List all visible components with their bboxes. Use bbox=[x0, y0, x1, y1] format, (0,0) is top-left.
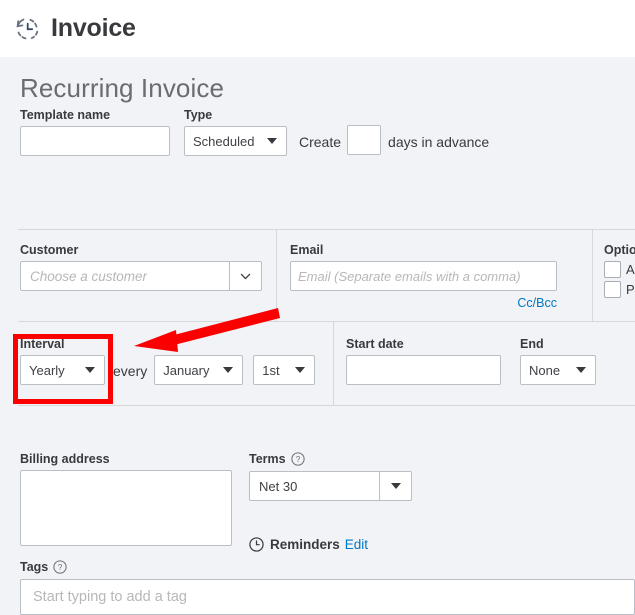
terms-group: Terms ? Net 30 bbox=[249, 452, 412, 501]
svg-text:?: ? bbox=[58, 562, 63, 572]
reminders-edit-link[interactable]: Edit bbox=[345, 537, 368, 552]
interval-label: Interval bbox=[20, 337, 65, 351]
customer-group: Customer Choose a customer bbox=[20, 243, 262, 291]
tags-input[interactable] bbox=[20, 579, 635, 615]
type-select-value: Scheduled bbox=[193, 133, 255, 149]
template-name-input[interactable] bbox=[20, 126, 170, 156]
days-in-advance-label: days in advance bbox=[388, 134, 490, 150]
billing-address-group: Billing address bbox=[20, 452, 232, 546]
type-group: Type Scheduled bbox=[184, 108, 287, 156]
start-date-label: Start date bbox=[346, 337, 404, 351]
month-select[interactable]: January bbox=[154, 355, 244, 385]
customer-label: Customer bbox=[20, 243, 79, 257]
caret-down-icon bbox=[576, 367, 586, 373]
app-header: Invoice bbox=[0, 0, 635, 57]
tags-label-row: Tags ? bbox=[20, 560, 635, 574]
checkbox-automatic[interactable] bbox=[604, 261, 621, 278]
terms-label-row: Terms ? bbox=[249, 452, 412, 466]
terms-label: Terms bbox=[249, 452, 286, 466]
interval-select-value: Yearly bbox=[29, 362, 65, 378]
help-circle-icon[interactable]: ? bbox=[290, 452, 305, 466]
options-group: Options Au Pri bbox=[604, 243, 635, 298]
divider-customer-email bbox=[276, 230, 277, 321]
caret-down-icon bbox=[85, 367, 95, 373]
day-select[interactable]: 1st bbox=[253, 355, 316, 385]
type-label: Type bbox=[184, 108, 213, 122]
terms-select[interactable]: Net 30 bbox=[249, 471, 412, 501]
end-field: End None bbox=[520, 337, 596, 385]
options-label: Options bbox=[604, 243, 635, 257]
email-group: Email Cc/Bcc bbox=[290, 243, 557, 310]
cc-bcc-link[interactable]: Cc/Bcc bbox=[290, 296, 557, 310]
billing-address-textarea[interactable] bbox=[20, 470, 232, 546]
create-days-input[interactable] bbox=[347, 125, 382, 155]
billing-address-label: Billing address bbox=[20, 452, 110, 466]
divider-email-options bbox=[592, 230, 593, 321]
caret-down-icon bbox=[267, 138, 277, 144]
start-date-input[interactable] bbox=[346, 355, 501, 385]
reminders-label: Reminders bbox=[270, 537, 340, 552]
option-row-automatic[interactable]: Au bbox=[604, 261, 635, 278]
end-select-value: None bbox=[529, 362, 561, 378]
caret-down-icon bbox=[295, 367, 306, 373]
form-heading: Recurring Invoice bbox=[20, 73, 225, 103]
interval-group: Interval Yearly every January 1st bbox=[20, 337, 316, 385]
page-title: Invoice bbox=[51, 14, 136, 42]
interval-select[interactable]: Yearly bbox=[20, 355, 105, 385]
divider-bottom bbox=[18, 405, 635, 406]
email-input[interactable] bbox=[290, 261, 557, 291]
help-circle-icon[interactable]: ? bbox=[53, 560, 67, 574]
recurring-invoice-form: Recurring Invoice Template name Type Sch… bbox=[0, 57, 635, 615]
end-select[interactable]: None bbox=[520, 355, 596, 385]
interval-field: Interval Yearly bbox=[20, 337, 105, 385]
email-label: Email bbox=[290, 243, 324, 257]
checkbox-print[interactable] bbox=[604, 281, 621, 298]
clock-icon bbox=[249, 537, 264, 552]
month-select-value: January bbox=[163, 362, 210, 378]
caret-down-icon bbox=[223, 367, 234, 373]
recurring-clock-icon bbox=[16, 17, 39, 39]
terms-select-value: Net 30 bbox=[259, 478, 298, 494]
divider-interval-schedule bbox=[333, 322, 334, 405]
template-name-label: Template name bbox=[20, 108, 111, 122]
template-row: Template name Type Scheduled Create days… bbox=[0, 108, 635, 156]
tags-label: Tags bbox=[20, 560, 49, 574]
divider-top bbox=[18, 229, 635, 230]
template-name-group: Template name bbox=[20, 108, 170, 156]
every-label: every bbox=[113, 363, 148, 379]
day-select-value: 1st bbox=[262, 362, 280, 378]
customer-select[interactable]: Choose a customer bbox=[20, 261, 262, 291]
tags-group: Tags ? bbox=[20, 560, 635, 615]
option-label-print: Pri bbox=[626, 282, 635, 297]
end-label: End bbox=[520, 337, 544, 351]
start-date-field: Start date bbox=[346, 337, 501, 385]
chevron-down-icon bbox=[229, 262, 261, 290]
reminders-row: Reminders Edit bbox=[249, 537, 368, 552]
divider-mid bbox=[18, 321, 635, 322]
schedule-group: Start date End None bbox=[346, 337, 596, 385]
customer-select-placeholder: Choose a customer bbox=[30, 268, 148, 284]
svg-text:?: ? bbox=[295, 454, 300, 464]
option-row-print[interactable]: Pri bbox=[604, 281, 635, 298]
type-select[interactable]: Scheduled bbox=[184, 126, 287, 156]
create-label: Create bbox=[299, 134, 342, 150]
option-label-automatic: Au bbox=[626, 262, 635, 277]
caret-down-icon bbox=[379, 472, 411, 500]
